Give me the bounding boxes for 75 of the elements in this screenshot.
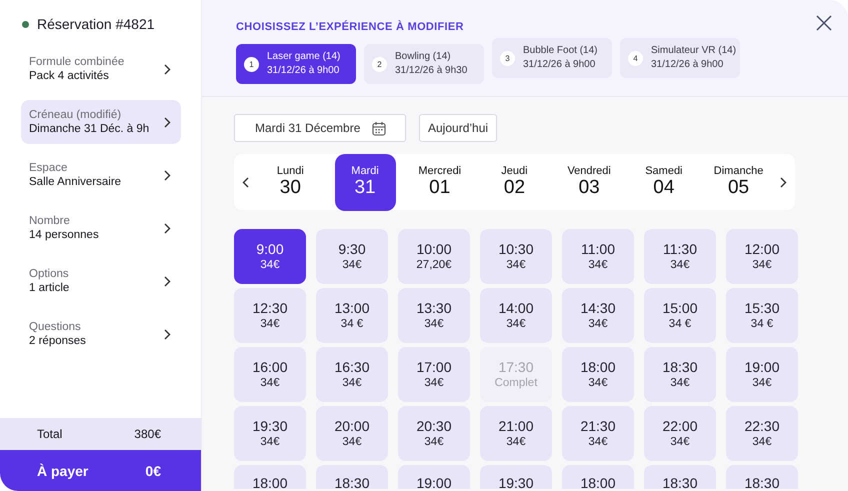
calendar-icon	[372, 120, 386, 136]
sidebar-item[interactable]: Espace Salle Anniversaire	[21, 153, 181, 197]
time-slot[interactable]: 19:00	[398, 465, 470, 489]
step-number: 3	[500, 50, 515, 66]
time-slot[interactable]: 20:30 34€	[398, 406, 470, 461]
time-slot[interactable]: 20:00 34€	[316, 406, 388, 461]
day-tab[interactable]: Lundi 30	[260, 154, 321, 210]
time-slot[interactable]: 22:00 34€	[644, 406, 716, 461]
time-slot[interactable]: 11:00 34€	[562, 229, 634, 284]
time-slot[interactable]: 19:30	[480, 465, 552, 489]
time-slot[interactable]: 15:30 34 €	[726, 288, 798, 343]
step-number: 4	[628, 50, 643, 66]
time-slot[interactable]: 22:30 34€	[726, 406, 798, 461]
time-slot[interactable]: 14:00 34€	[480, 288, 552, 343]
status-dot	[22, 20, 29, 28]
chevron-right-icon[interactable]	[164, 64, 171, 74]
time-slot[interactable]: 18:30	[316, 465, 388, 489]
today-button[interactable]: Aujourd’hui	[419, 114, 498, 142]
chevron-right-icon[interactable]	[164, 328, 171, 340]
experience-chip[interactable]: 3 Bubble Foot (14) 31/12/26 à 9h00	[492, 38, 612, 78]
total-label: Total	[37, 427, 62, 441]
time-slot[interactable]: 10:30 34€	[480, 229, 552, 284]
time-slot: 17:30 Complet	[480, 347, 552, 402]
section-title: CHOISISSEZ L’EXPÉRIENCE À MODIFIER	[236, 21, 464, 33]
time-slot[interactable]: 16:00 34€	[234, 347, 306, 402]
time-slot[interactable]: 15:00 34 €	[644, 288, 716, 343]
total-value: 380€	[134, 427, 161, 441]
day-tab[interactable]: Dimanche 05	[708, 154, 770, 210]
time-slot[interactable]: 18:30	[644, 465, 716, 489]
sidebar-item[interactable]: Options 1 article	[21, 259, 181, 303]
time-slot[interactable]: 9:00 34€	[234, 229, 306, 284]
experience-chip[interactable]: 2 Bowling (14) 31/12/26 à 9h30	[364, 44, 484, 84]
to-pay-label: À payer	[37, 462, 88, 478]
chevron-right-icon[interactable]	[164, 222, 171, 234]
time-slot[interactable]: 18:30	[726, 465, 798, 489]
time-slot[interactable]: 18:30 34€	[644, 347, 716, 402]
time-slot[interactable]: 13:00 34 €	[316, 288, 388, 343]
time-slot[interactable]: 18:00	[234, 465, 306, 489]
time-slot[interactable]: 10:00 27,20€	[398, 229, 470, 284]
close-icon[interactable]	[816, 15, 832, 31]
chevron-right-icon[interactable]	[164, 116, 171, 128]
chevron-left-icon[interactable]	[242, 176, 249, 188]
to-pay-value: 0€	[145, 462, 161, 478]
day-tab[interactable]: Mercredi 01	[409, 154, 470, 210]
time-slot[interactable]: 12:30 34€	[234, 288, 306, 343]
time-slot[interactable]: 12:00 34€	[726, 229, 798, 284]
time-slot[interactable]: 14:30 34€	[562, 288, 634, 343]
time-slot[interactable]: 9:30 34€	[316, 229, 388, 284]
time-slot[interactable]: 13:30 34€	[398, 288, 470, 343]
time-slot[interactable]: 11:30 34€	[644, 229, 716, 284]
time-slot[interactable]: 18:00	[562, 465, 634, 489]
sidebar-item[interactable]: Questions 2 réponses	[21, 312, 181, 356]
chevron-right-icon[interactable]	[164, 276, 171, 286]
time-slot[interactable]: 18:00 34€	[562, 347, 634, 402]
step-number: 2	[372, 56, 387, 72]
date-field[interactable]: Mardi 31 Décembre	[234, 114, 406, 142]
time-slot[interactable]: 19:00 34€	[726, 347, 798, 402]
chevron-right-icon[interactable]	[164, 170, 171, 180]
sidebar-item[interactable]: Formule combinée Pack 4 activités	[21, 47, 181, 91]
day-tab[interactable]: Vendredi 03	[558, 154, 620, 210]
sidebar-item[interactable]: Créneau (modifié) Dimanche 31 Déc. à 9h	[21, 100, 181, 144]
time-slot[interactable]: 19:30 34€	[234, 406, 306, 461]
experience-chip[interactable]: 1 Laser game (14) 31/12/26 à 9h00	[236, 44, 356, 84]
time-slot[interactable]: 21:00 34€	[480, 406, 552, 461]
step-number: 1	[244, 56, 259, 72]
time-slot[interactable]: 16:30 34€	[316, 347, 388, 402]
day-tab[interactable]: Samedi 04	[633, 154, 694, 210]
day-tab[interactable]: Mardi 31	[334, 154, 396, 210]
time-slot[interactable]: 17:00 34€	[398, 347, 470, 402]
chevron-right-icon[interactable]	[780, 176, 787, 188]
reservation-title: Réservation #4821	[37, 16, 155, 32]
time-slot[interactable]: 21:30 34€	[562, 406, 634, 461]
sidebar-item[interactable]: Nombre 14 personnes	[21, 206, 181, 250]
day-tab[interactable]: Jeudi 02	[484, 154, 545, 210]
experience-chip[interactable]: 4 Simulateur VR (14) 31/12/26 à 9h00	[620, 38, 740, 78]
